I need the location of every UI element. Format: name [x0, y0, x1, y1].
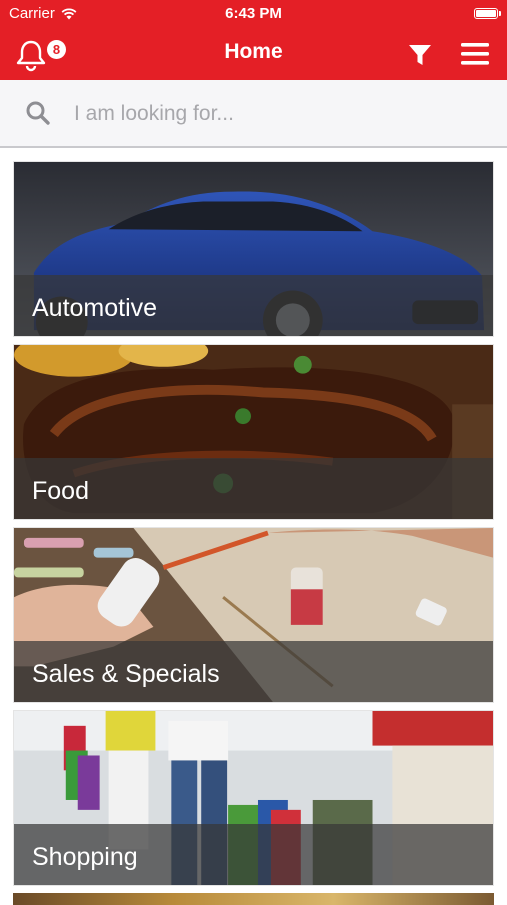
category-label: Automotive — [32, 294, 158, 322]
battery-icon — [474, 8, 501, 19]
category-card-sales-specials[interactable]: Sales & Specials — [13, 527, 494, 703]
clock: 6:43 PM — [225, 5, 282, 22]
category-card-automotive[interactable]: Automotive — [13, 161, 494, 337]
search-bar — [0, 80, 507, 148]
nav-bar: 8 Home — [0, 28, 507, 80]
category-card-food[interactable]: Food — [13, 344, 494, 520]
category-card-partial[interactable] — [13, 893, 494, 905]
category-label: Shopping — [32, 843, 138, 871]
category-label: Food — [32, 477, 89, 505]
search-icon — [26, 101, 50, 125]
search-input[interactable] — [72, 94, 476, 134]
status-bar: Carrier 6:43 PM — [0, 0, 507, 28]
menu-icon[interactable] — [460, 41, 490, 67]
category-label: Sales & Specials — [32, 660, 220, 688]
filter-icon[interactable] — [407, 42, 433, 68]
category-list: Automotive Food Sales & Specials Shoppin… — [13, 161, 494, 893]
category-card-shopping[interactable]: Shopping — [13, 710, 494, 886]
